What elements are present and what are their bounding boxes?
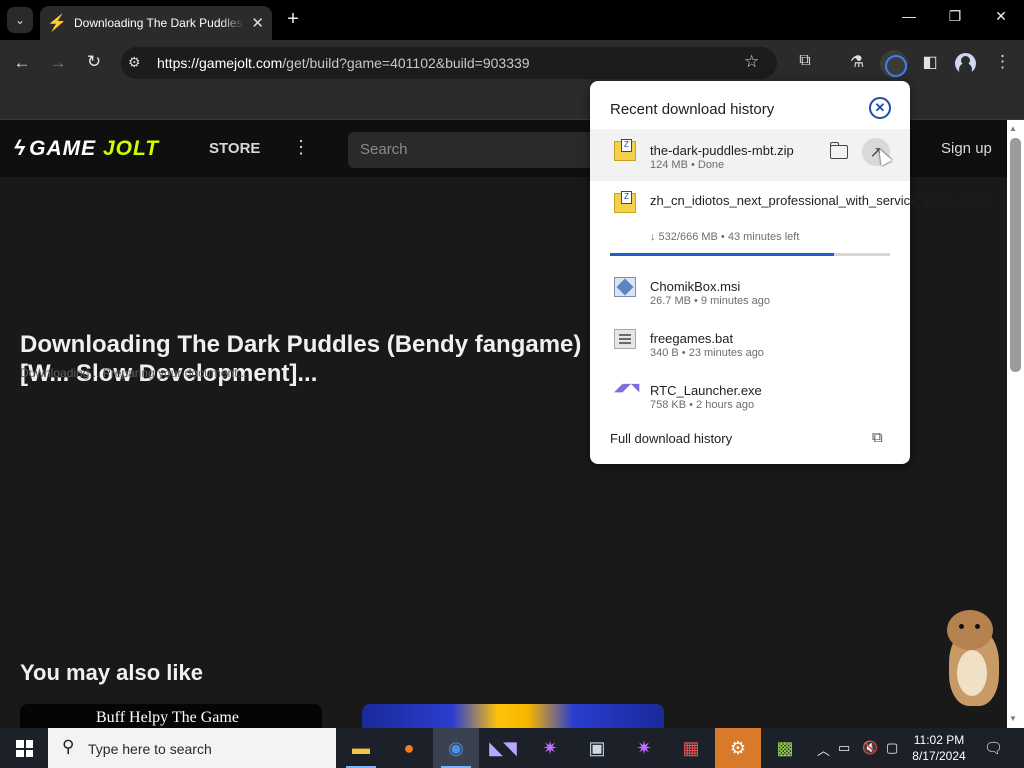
volume-muted-icon[interactable]: 🔇	[862, 740, 878, 756]
download-meta: 26.7 MB • 9 minutes ago	[650, 295, 771, 307]
tab-title: Downloading The Dark Puddles	[74, 16, 243, 30]
download-filename: RTC_Launcher.exe	[650, 383, 762, 398]
full-download-history-link[interactable]: Full download history	[610, 431, 732, 446]
app-icon[interactable]: ◣◥	[480, 728, 526, 768]
gamejolt-logo[interactable]: ϟ GAME JOLT	[14, 137, 159, 161]
restore-button[interactable]: ❐	[943, 8, 967, 25]
exe-file-icon: ◢◤◥	[614, 382, 640, 394]
game-card[interactable]	[362, 704, 664, 728]
forward-button[interactable]: →	[47, 53, 69, 73]
search-icon: ⚲	[62, 737, 75, 756]
download-filename: ChomikBox.msi	[650, 279, 741, 294]
downloads-button[interactable]	[880, 50, 908, 78]
store-link[interactable]: STORE	[209, 140, 260, 157]
tab-close-icon[interactable]: ✕	[251, 14, 264, 32]
taskbar-clock[interactable]: 11:02 PM 8/17/2024	[912, 732, 966, 764]
bat-file-icon	[614, 329, 636, 349]
browser-menu-icon[interactable]: ⋮	[994, 52, 1011, 72]
display-icon[interactable]: ▢	[886, 740, 898, 756]
scroll-thumb[interactable]	[1010, 138, 1021, 372]
download-progress-fill	[610, 253, 834, 256]
extensions-icon[interactable]: ⧉	[794, 52, 816, 70]
download-item[interactable]: ◢◤◥ RTC_Launcher.exe 758 KB • 2 hours ag…	[590, 369, 910, 421]
game-icon[interactable]: ✷	[621, 728, 667, 768]
windows-taskbar: ⚲ Type here to search ▬ ● ◉ ◣◥ ✷ ▣ ✷ ▦ ⚙…	[0, 728, 1024, 768]
download-history-panel: Recent download history ✕ the-dark-puddl…	[590, 81, 987, 464]
app-icon[interactable]: ▣	[574, 728, 620, 768]
download-item[interactable]: zh_cn_idiotos_next_professional_with_ser…	[590, 185, 987, 261]
tab-strip: ⌄ ⚡ Downloading The Dark Puddles ✕ + — ❐…	[0, 0, 1024, 40]
bookmark-star-icon[interactable]: ☆	[744, 52, 759, 72]
hamster-mascot-image	[945, 610, 1001, 706]
more-menu-icon[interactable]: ⋮	[292, 137, 310, 158]
download-meta: ↓ 532/666 MB • 43 minutes left	[650, 231, 800, 243]
section-heading: You may also like	[20, 660, 204, 685]
network-icon[interactable]: ▭	[838, 740, 850, 756]
show-in-folder-icon[interactable]	[830, 142, 848, 159]
signup-link[interactable]: Sign up	[941, 140, 992, 157]
download-item[interactable]: the-dark-puddles-mbt.zip 124 MB • Done ↗	[590, 129, 910, 181]
page-subtext: Downloading... Preparing your document..…	[20, 366, 248, 380]
download-filename: freegames.bat	[650, 331, 734, 346]
close-window-button[interactable]: ✕	[989, 8, 1013, 25]
app-icon[interactable]: ▩	[762, 728, 808, 768]
firefox-icon[interactable]: ●	[386, 728, 432, 768]
panel-title: Recent download history	[610, 101, 775, 118]
bolt-icon: ϟ	[14, 137, 27, 160]
gamejolt-bolt-icon: ⚡	[47, 15, 67, 32]
side-panel-icon[interactable]: ◧	[919, 52, 941, 72]
iso-file-icon	[614, 191, 636, 213]
scroll-down-arrow[interactable]: ▼	[1009, 714, 1017, 723]
new-tab-button[interactable]: +	[282, 8, 304, 31]
site-search-placeholder: Search	[360, 141, 408, 158]
download-meta: 124 MB • Done	[650, 159, 725, 171]
notification-icon[interactable]: 🗨	[984, 739, 1003, 757]
game-icon[interactable]: ✷	[527, 728, 573, 768]
chrome-icon[interactable]: ◉	[433, 728, 479, 768]
minimize-button[interactable]: —	[897, 8, 921, 24]
close-icon[interactable]: ✕	[869, 97, 891, 119]
download-meta: 340 B • 23 minutes ago	[650, 347, 764, 359]
settings-gear-icon[interactable]: ⚙	[715, 728, 761, 768]
download-meta: 758 KB • 2 hours ago	[650, 399, 755, 411]
browser-tab-active[interactable]: ⚡ Downloading The Dark Puddles ✕	[40, 6, 272, 40]
control-panel-icon[interactable]: ▦	[668, 728, 714, 768]
tab-search-button[interactable]: ⌄	[7, 7, 33, 33]
profile-avatar[interactable]	[955, 53, 976, 74]
game-card-title: Buff Helpy The Game	[96, 709, 239, 726]
file-explorer-icon[interactable]: ▬	[338, 728, 384, 768]
scroll-up-arrow[interactable]: ▲	[1009, 124, 1017, 133]
reload-button[interactable]: ↻	[83, 52, 105, 72]
download-item[interactable]: freegames.bat 340 B • 23 minutes ago	[590, 317, 910, 369]
start-button[interactable]	[16, 740, 33, 757]
labs-flask-icon[interactable]: ⚗	[846, 52, 868, 72]
url-text[interactable]: https://gamejolt.com/get/build?game=4011…	[157, 55, 530, 71]
msi-file-icon	[614, 277, 636, 297]
download-filename: the-dark-puddles-mbt.zip	[650, 143, 794, 158]
zip-file-icon	[614, 139, 636, 161]
site-info-icon[interactable]: ⚙	[128, 54, 141, 71]
taskbar-search-placeholder: Type here to search	[88, 741, 212, 757]
download-progress-bar	[610, 253, 890, 256]
external-link-icon[interactable]: ⧉	[872, 429, 883, 446]
back-button[interactable]: ←	[11, 53, 33, 73]
tray-chevron-icon[interactable]: ︿	[817, 740, 830, 759]
download-filename: zh_cn_idiotos_next_professional_with_ser…	[650, 193, 987, 208]
download-item[interactable]: ChomikBox.msi 26.7 MB • 9 minutes ago	[590, 265, 910, 317]
